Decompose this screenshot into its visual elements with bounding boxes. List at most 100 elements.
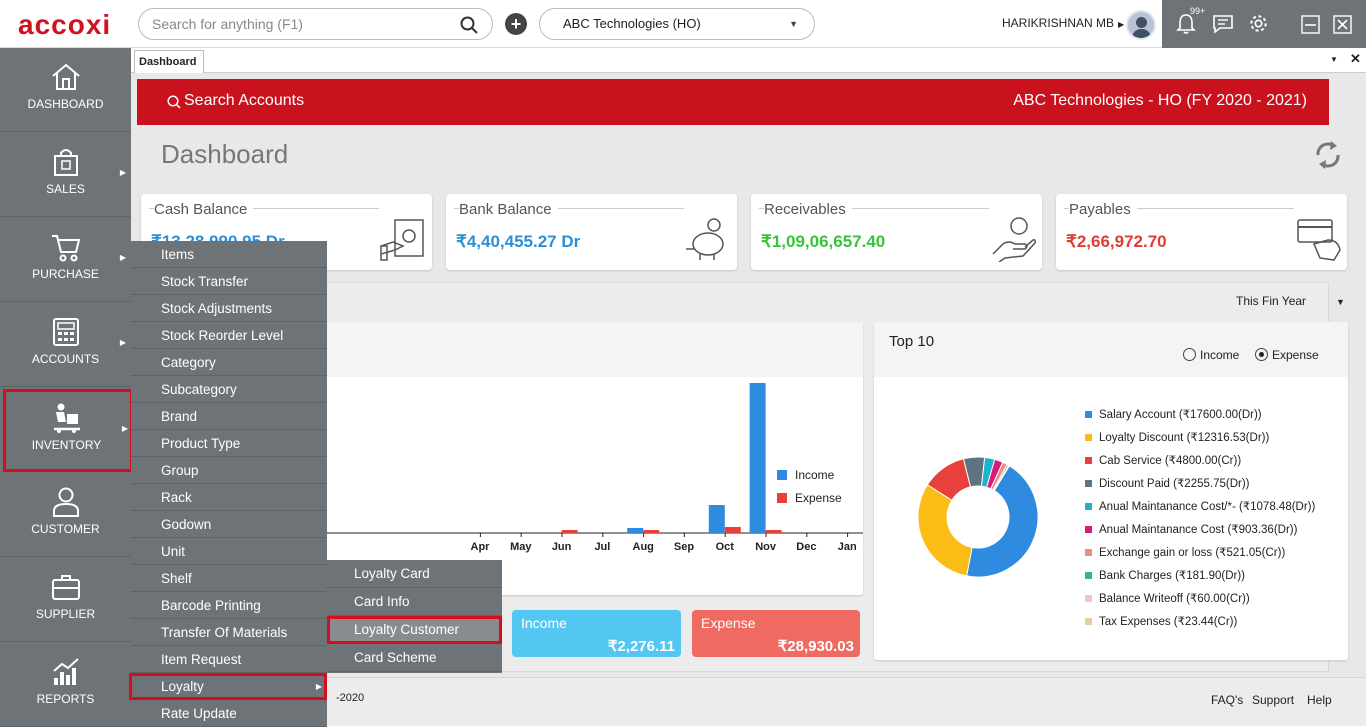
legend-item: Bank Charges (₹181.90(Dr)) xyxy=(1085,568,1245,582)
sidebar-item-label: PURCHASE xyxy=(32,267,99,281)
chat-icon[interactable] xyxy=(1212,14,1234,34)
inventory-menu-item[interactable]: Brand xyxy=(131,403,327,430)
bank-balance-card[interactable]: Bank Balance ₹4,40,455.27 Dr xyxy=(446,194,737,270)
inventory-menu-item[interactable]: Item Request xyxy=(131,646,327,673)
sidebar-item-dashboard[interactable]: DASHBOARD xyxy=(0,48,131,132)
period-select[interactable]: This Fin Year ▼ xyxy=(1236,294,1345,308)
gear-icon[interactable] xyxy=(1248,13,1269,34)
sidebar-item-customer[interactable]: CUSTOMER xyxy=(0,473,131,557)
receivables-card[interactable]: Receivables ₹1,09,06,657.40 xyxy=(751,194,1042,270)
inventory-menu-item[interactable]: Loyalty ▶ xyxy=(129,673,327,700)
radio-button-selected[interactable] xyxy=(1255,348,1268,361)
legend-swatch xyxy=(1085,503,1092,510)
loyalty-menu-item[interactable]: Card Scheme xyxy=(327,644,502,672)
chevron-right-icon: ▶ xyxy=(119,338,126,347)
bar-expense[interactable] xyxy=(643,530,660,533)
legend-item: Cab Service (₹4800.00(Cr)) xyxy=(1085,453,1241,467)
inventory-menu-item[interactable]: Shelf xyxy=(131,565,327,592)
tab-list-icon[interactable]: ▼ xyxy=(1330,55,1338,64)
money-hand-icon xyxy=(992,217,1036,262)
sidebar-item-purchase[interactable]: PURCHASE ▶ xyxy=(0,218,131,302)
legend-item: Balance Writeoff (₹60.00(Cr)) xyxy=(1085,591,1250,605)
legend-swatch xyxy=(1085,526,1092,533)
payables-card[interactable]: Payables ₹2,66,972.70 xyxy=(1056,194,1347,270)
bar-expense[interactable] xyxy=(561,530,578,533)
inventory-menu-item[interactable]: Stock Adjustments xyxy=(131,295,327,322)
briefcase-icon xyxy=(52,575,80,600)
legend-swatch xyxy=(1085,411,1092,418)
sidebar-item-sales[interactable]: SALES ▶ xyxy=(0,133,131,217)
expense-radio[interactable]: Expense xyxy=(1255,348,1319,362)
legend-label: Cab Service (₹4800.00(Cr)) xyxy=(1099,455,1242,467)
legend-label: Salary Account (₹17600.00(Dr)) xyxy=(1099,409,1262,421)
user-menu[interactable]: HARIKRISHNAN MB ▶ xyxy=(1002,16,1124,30)
bar-income[interactable] xyxy=(627,528,644,533)
bar-income[interactable] xyxy=(749,383,766,533)
avatar[interactable] xyxy=(1126,10,1156,40)
legend-swatch xyxy=(1085,572,1092,579)
inventory-menu-item[interactable]: Stock Reorder Level xyxy=(131,322,327,349)
income-radio[interactable]: Income xyxy=(1183,348,1239,362)
radio-button[interactable] xyxy=(1183,348,1196,361)
expense-summary-card[interactable]: Expense ₹28,930.03 xyxy=(692,610,860,657)
x-tick-label: Aug xyxy=(633,541,654,553)
legend-label: Anual Maintanance Cost/*- (₹1078.48(Dr)) xyxy=(1099,501,1316,513)
legend-item: Exchange gain or loss (₹521.05(Cr)) xyxy=(1085,545,1285,559)
search-icon[interactable] xyxy=(460,16,478,34)
inventory-menu-item[interactable]: Subcategory xyxy=(131,376,327,403)
bar-income[interactable] xyxy=(708,505,725,533)
sidebar-item-reports[interactable]: REPORTS xyxy=(0,643,131,727)
menu-item-label: Godown xyxy=(161,517,212,532)
menu-item-label: Card Scheme xyxy=(354,650,437,665)
inventory-menu-item[interactable]: Rack xyxy=(131,484,327,511)
close-tab-icon[interactable]: ✕ xyxy=(1350,51,1361,67)
card-value: ₹1,09,06,657.40 xyxy=(761,232,886,251)
menu-item-label: Stock Reorder Level xyxy=(161,328,284,343)
loyalty-menu-item[interactable]: Loyalty Card xyxy=(327,560,502,588)
menu-item-label: Card Info xyxy=(354,594,410,609)
bar-expense[interactable] xyxy=(765,530,782,533)
help-link[interactable]: Help xyxy=(1307,693,1332,707)
sidebar-item-supplier[interactable]: SUPPLIER xyxy=(0,558,131,642)
global-search-input[interactable]: Search for anything (F1) xyxy=(138,8,493,40)
sidebar-item-inventory[interactable]: INVENTORY ▶ xyxy=(3,389,133,472)
inventory-menu-item[interactable]: Items xyxy=(131,241,327,268)
company-select[interactable]: ABC Technologies (HO) ▼ xyxy=(539,8,815,40)
loyalty-menu-item[interactable]: Card Info xyxy=(327,588,502,616)
sidebar-item-label: DASHBOARD xyxy=(27,97,104,111)
legend-label: Income xyxy=(795,468,835,482)
menu-item-label: Stock Transfer xyxy=(161,274,249,289)
inventory-menu-item[interactable]: Product Type xyxy=(131,430,327,457)
search-accounts-link[interactable]: Search Accounts xyxy=(184,92,304,110)
legend-label: Expense xyxy=(795,491,842,505)
inventory-menu-item[interactable]: Rate Update xyxy=(131,700,327,727)
inventory-menu-item[interactable]: Category xyxy=(131,349,327,376)
bell-icon[interactable] xyxy=(1176,13,1196,35)
support-link[interactable]: Support xyxy=(1252,693,1294,707)
period-select-value: This Fin Year xyxy=(1236,294,1307,308)
donut-slice[interactable] xyxy=(917,484,973,577)
legend-item: Tax Expenses (₹23.44(Cr)) xyxy=(1085,614,1237,628)
minimize-icon[interactable] xyxy=(1301,15,1320,34)
inventory-menu-item[interactable]: Godown xyxy=(131,511,327,538)
add-icon[interactable]: + xyxy=(505,13,527,35)
inventory-menu-item[interactable]: Barcode Printing xyxy=(131,592,327,619)
copyright-text: -2020 xyxy=(336,692,365,704)
faq-link[interactable]: FAQ's xyxy=(1211,693,1243,707)
refresh-icon[interactable] xyxy=(1314,139,1342,171)
bar-expense[interactable] xyxy=(724,527,741,533)
income-summary-card[interactable]: Income ₹2,276.11 xyxy=(512,610,681,657)
close-window-icon[interactable] xyxy=(1333,15,1352,34)
inventory-menu-item[interactable]: Unit xyxy=(131,538,327,565)
search-icon[interactable] xyxy=(167,95,181,109)
menu-item-label: Item Request xyxy=(161,652,242,667)
sidebar-item-accounts[interactable]: ACCOUNTS ▶ xyxy=(0,303,131,387)
tab-dashboard[interactable]: Dashboard xyxy=(134,50,204,73)
app-logo[interactable]: accoxi xyxy=(18,9,111,41)
menu-item-label: Category xyxy=(161,355,216,370)
inventory-menu-item[interactable]: Group xyxy=(131,457,327,484)
sidebar-item-label: INVENTORY xyxy=(31,438,102,452)
inventory-menu-item[interactable]: Transfer Of Materials xyxy=(131,619,327,646)
inventory-menu-item[interactable]: Stock Transfer xyxy=(131,268,327,295)
loyalty-menu-item[interactable]: Loyalty Customer xyxy=(327,616,502,644)
